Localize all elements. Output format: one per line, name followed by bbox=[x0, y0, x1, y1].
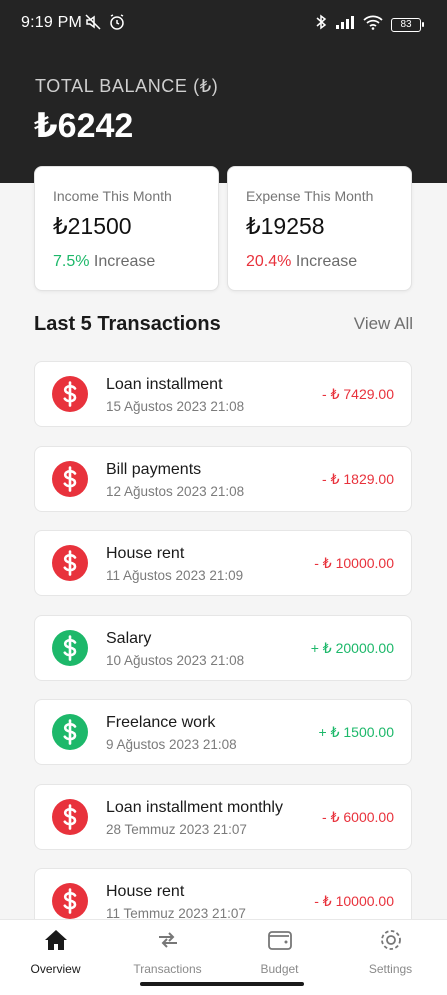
dollar-icon bbox=[52, 630, 88, 666]
transaction-amount: - ₺ 10000.00 bbox=[314, 555, 394, 571]
transaction-row[interactable]: Bill payments 12 Ağustos 2023 21:08 - ₺ 18… bbox=[34, 446, 412, 512]
nav-settings-label: Settings bbox=[368, 962, 413, 976]
gear-icon bbox=[378, 927, 404, 958]
transfer-icon bbox=[155, 929, 181, 956]
status-bar: 9:19 PM 83 bbox=[0, 0, 447, 46]
transaction-row[interactable]: House rent 11 Ağustos 2023 21:09 - ₺ 10000… bbox=[34, 530, 412, 596]
alarm-icon bbox=[108, 13, 126, 36]
nav-overview-label: Overview bbox=[30, 962, 81, 976]
expense-title: Expense This Month bbox=[246, 188, 374, 204]
transaction-amount: + ₺ 1500.00 bbox=[318, 724, 394, 740]
transactions-heading: Last 5 Transactions bbox=[34, 313, 221, 335]
mute-icon bbox=[84, 13, 102, 36]
nav-budget[interactable]: Budget bbox=[224, 929, 335, 976]
expense-change: 20.4% Increase bbox=[246, 253, 357, 271]
expense-trend: Increase bbox=[295, 253, 358, 270]
transaction-date: 12 Ağustos 2023 21:08 bbox=[106, 484, 245, 499]
home-indicator bbox=[140, 982, 304, 986]
transaction-name: House rent bbox=[106, 883, 185, 900]
transaction-amount: - ₺ 10000.00 bbox=[314, 893, 394, 909]
transaction-amount: - ₺ 7429.00 bbox=[322, 386, 394, 402]
nav-settings[interactable]: Settings bbox=[335, 929, 446, 976]
transaction-name: Loan installment bbox=[106, 376, 223, 393]
income-card: Income This Month ₺21500 7.5% Increase bbox=[34, 166, 219, 291]
transaction-date: 10 Ağustos 2023 21:08 bbox=[106, 653, 245, 668]
nav-transactions[interactable]: Transactions bbox=[112, 929, 223, 976]
wifi-icon bbox=[363, 15, 383, 35]
status-time: 9:19 PM bbox=[21, 14, 82, 31]
transaction-name: Salary bbox=[106, 630, 152, 647]
view-all-link[interactable]: View All bbox=[354, 314, 413, 334]
balance-label: TOTAL BALANCE (₺) bbox=[35, 76, 219, 96]
transaction-name: House rent bbox=[106, 545, 185, 562]
income-amount: ₺21500 bbox=[53, 213, 132, 239]
transaction-amount: - ₺ 6000.00 bbox=[322, 809, 394, 825]
dollar-icon bbox=[52, 883, 88, 919]
dollar-icon bbox=[52, 376, 88, 412]
transaction-name: Freelance work bbox=[106, 714, 216, 731]
transaction-name: Loan installment monthly bbox=[106, 799, 283, 816]
income-percent: 7.5% bbox=[53, 253, 90, 270]
transaction-date: 15 Ağustos 2023 21:08 bbox=[106, 399, 245, 414]
income-title: Income This Month bbox=[53, 188, 172, 204]
transaction-row[interactable]: Freelance work 9 Ağustos 2023 21:08 + ₺ 15… bbox=[34, 699, 412, 765]
dollar-icon bbox=[52, 545, 88, 581]
transaction-amount: + ₺ 20000.00 bbox=[310, 640, 394, 656]
transaction-row[interactable]: Loan installment 15 Ağustos 2023 21:08 - ₺… bbox=[34, 361, 412, 427]
transaction-name: Bill payments bbox=[106, 461, 202, 478]
signal-icon bbox=[335, 15, 355, 34]
bluetooth-icon bbox=[315, 14, 327, 35]
wallet-icon bbox=[267, 928, 293, 957]
transaction-row[interactable]: Salary 10 Ağustos 2023 21:08 + ₺ 20000.00 bbox=[34, 615, 412, 681]
nav-transactions-label: Transactions bbox=[133, 962, 202, 976]
expense-card: Expense This Month ₺19258 20.4% Increase bbox=[227, 166, 412, 291]
transaction-date: 28 Temmuz 2023 21:07 bbox=[106, 822, 247, 837]
income-trend: Increase bbox=[93, 253, 156, 270]
home-icon bbox=[43, 928, 69, 957]
dollar-icon bbox=[52, 799, 88, 835]
nav-overview[interactable]: Overview bbox=[0, 929, 111, 976]
nav-budget-label: Budget bbox=[260, 962, 299, 976]
transaction-row[interactable]: Loan installment monthly 28 Temmuz 2023 2… bbox=[34, 784, 412, 850]
dollar-icon bbox=[52, 461, 88, 497]
balance-value: ₺6242 bbox=[34, 107, 134, 145]
balance-header: 9:19 PM 83 TOTAL BALANCE (₺) ₺6242 bbox=[0, 0, 447, 183]
income-change: 7.5% Increase bbox=[53, 253, 155, 271]
dollar-icon bbox=[52, 714, 88, 750]
transaction-date: 11 Ağustos 2023 21:09 bbox=[106, 568, 244, 583]
battery-icon: 83 bbox=[391, 17, 424, 32]
expense-amount: ₺19258 bbox=[246, 213, 325, 239]
transaction-date: 9 Ağustos 2023 21:08 bbox=[106, 737, 237, 752]
transaction-amount: - ₺ 1829.00 bbox=[322, 471, 394, 487]
expense-percent: 20.4% bbox=[246, 253, 292, 270]
